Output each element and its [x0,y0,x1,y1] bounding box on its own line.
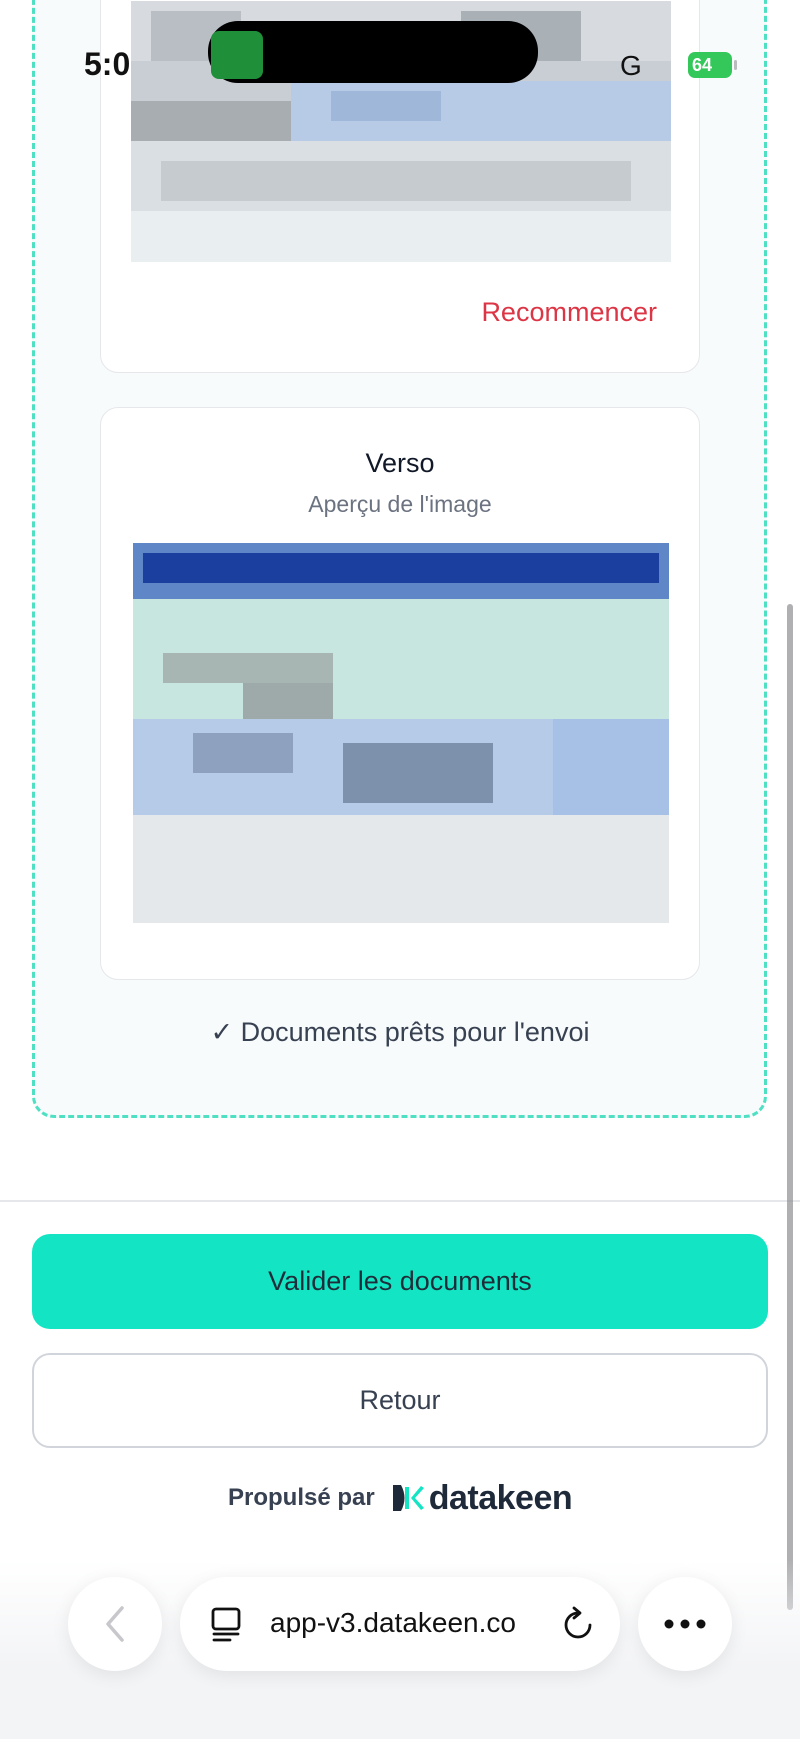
restart-link[interactable]: Recommencer [481,297,657,328]
verso-image-preview [133,543,669,923]
powered-by-label: Propulsé par [228,1484,375,1511]
status-time: 5:0 [84,46,131,82]
back-button[interactable]: Retour [32,1353,768,1448]
brand-name: datakeen [428,1478,573,1517]
verso-subtitle: Aperçu de l'image [308,491,492,517]
url-text: app-v3.datakeen.co [270,1607,516,1638]
network-indicator: G [620,50,642,81]
footer-divider [0,1200,800,1202]
address-bar[interactable]: app-v3.datakeen.co [180,1577,620,1671]
tabs-icon [211,1607,241,1642]
verso-title: Verso [365,448,435,478]
more-options-button[interactable] [638,1577,732,1671]
validate-documents-button[interactable]: Valider les documents [32,1234,768,1329]
recto-card: Recommencer [100,0,700,373]
ellipsis-icon [664,1619,706,1629]
reload-icon[interactable] [560,1605,596,1643]
battery-icon: 64 [688,52,737,78]
powered-by: Propulsé par datakeen [228,1478,573,1518]
scrollbar[interactable] [787,604,793,1610]
verso-card: Verso Aperçu de l'image [100,407,700,980]
chevron-left-icon [106,1606,124,1642]
datakeen-logo-icon [392,1485,424,1511]
browser-back-button[interactable] [68,1577,162,1671]
battery-level: 64 [692,55,713,75]
ready-message: ✓ Documents prêts pour l'envoi [210,1017,590,1047]
green-mark [211,31,263,79]
